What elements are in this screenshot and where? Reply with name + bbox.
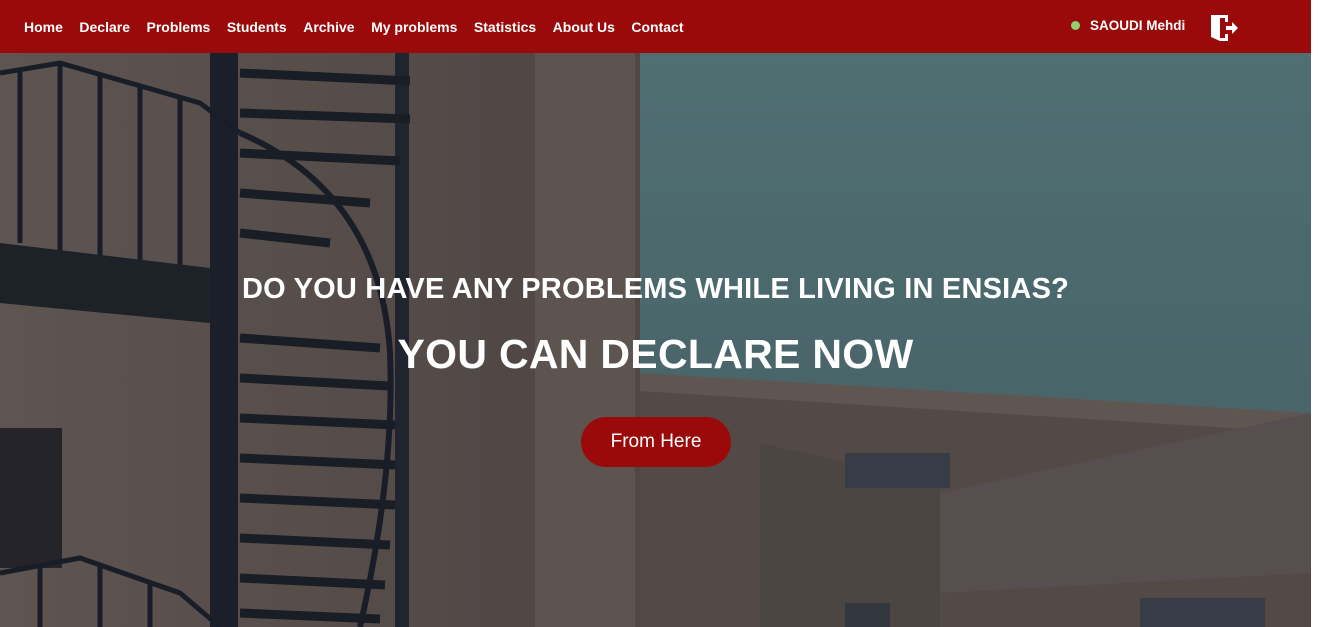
user-info: SAOUDI Mehdi: [1071, 18, 1185, 33]
user-name: SAOUDI Mehdi: [1090, 18, 1186, 33]
nav-link-declare[interactable]: Declare: [79, 19, 130, 35]
logout-door-icon: [1211, 15, 1238, 41]
nav-link-my-problems[interactable]: My problems: [371, 19, 457, 35]
hero-cta-heading: YOU CAN DECLARE NOW: [397, 331, 914, 377]
hero-section: DO YOU HAVE ANY PROBLEMS WHILE LIVING IN…: [0, 53, 1311, 627]
nav-link-home[interactable]: Home: [24, 19, 63, 35]
nav-link-contact[interactable]: Contact: [631, 19, 683, 35]
hero-question: DO YOU HAVE ANY PROBLEMS WHILE LIVING IN…: [241, 273, 1070, 305]
nav-links: Home Declare Problems Students Archive M…: [24, 19, 700, 35]
nav-link-statistics[interactable]: Statistics: [474, 19, 536, 35]
online-status-icon: [1071, 21, 1080, 30]
from-here-button[interactable]: From Here: [581, 417, 731, 467]
nav-link-students[interactable]: Students: [227, 19, 287, 35]
nav-link-problems[interactable]: Problems: [147, 19, 211, 35]
nav-link-about-us[interactable]: About Us: [553, 19, 615, 35]
top-navbar: Home Declare Problems Students Archive M…: [0, 0, 1311, 53]
nav-link-archive[interactable]: Archive: [303, 19, 354, 35]
logout-button[interactable]: [1210, 14, 1240, 42]
